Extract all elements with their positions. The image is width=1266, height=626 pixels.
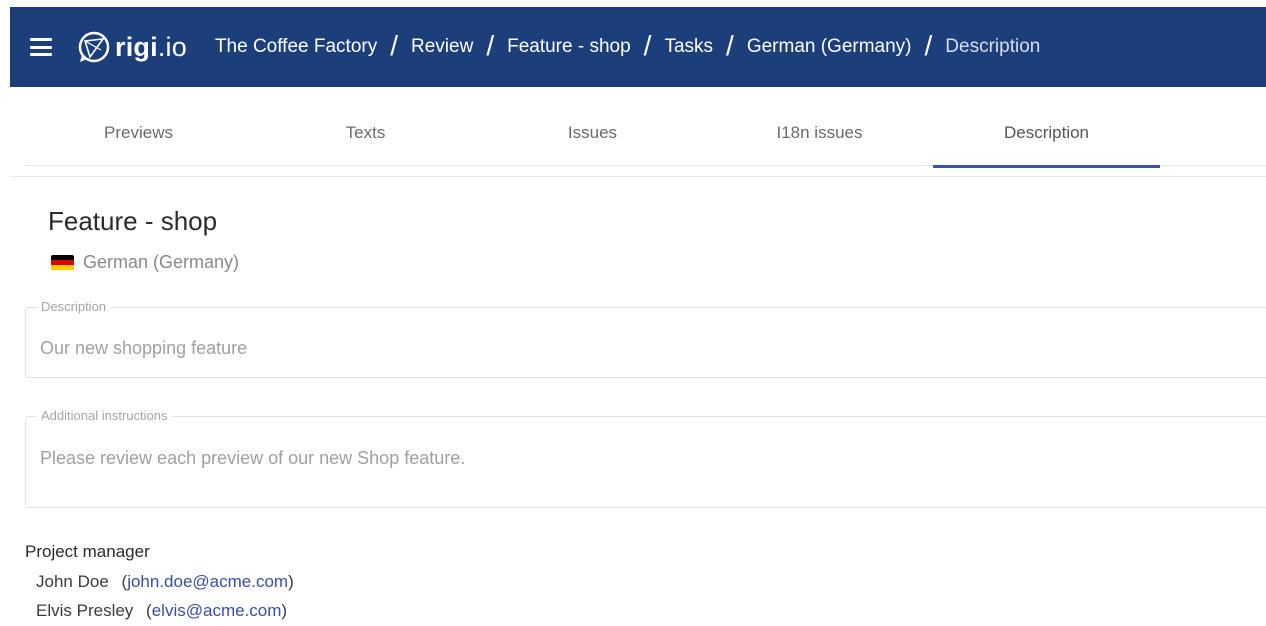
breadcrumb-separator: /: [924, 30, 933, 61]
breadcrumb-separator: /: [390, 30, 398, 61]
rigi-logo-icon: [78, 31, 110, 63]
description-field-label: Description: [36, 299, 112, 314]
project-manager-label: Project manager: [25, 542, 150, 561]
description-field-value: Our new shopping feature: [40, 338, 248, 358]
project-manager-row: John Doe (john.doe@acme.com): [36, 572, 294, 592]
description-field[interactable]: Description Our new shopping feature: [25, 299, 1266, 378]
project-manager-email-link[interactable]: (elvis@acme.com): [146, 601, 287, 620]
project-manager-name: John Doe: [36, 572, 109, 591]
project-manager-row: Elvis Presley (elvis@acme.com): [36, 601, 287, 621]
additional-instructions-field[interactable]: Additional instructions Please review ea…: [25, 408, 1266, 508]
breadcrumb: The Coffee Factory / Review / Feature - …: [215, 30, 1041, 63]
breadcrumb-language[interactable]: German (Germany): [747, 36, 912, 58]
tab-previews[interactable]: Previews: [25, 100, 252, 166]
app-header: rigi.io The Coffee Factory / Review / Fe…: [10, 7, 1266, 87]
project-manager-name: Elvis Presley: [36, 601, 134, 620]
tab-bar: Previews Texts Issues I18n issues Descri…: [25, 100, 1266, 168]
logo-text: rigi.io: [115, 31, 187, 62]
tab-description[interactable]: Description: [933, 100, 1160, 168]
breadcrumb-separator: /: [726, 30, 734, 61]
logo[interactable]: rigi.io: [77, 30, 187, 64]
divider: [10, 176, 1266, 177]
language-name: German (Germany): [83, 252, 240, 272]
tab-i18n-issues[interactable]: I18n issues: [706, 100, 933, 166]
german-flag-icon: [51, 254, 74, 271]
project-manager-email-link[interactable]: (john.doe@acme.com): [122, 572, 294, 591]
additional-instructions-field-value: Please review each preview of our new Sh…: [40, 448, 466, 468]
additional-instructions-field-label: Additional instructions: [36, 408, 173, 423]
breadcrumb-separator: /: [486, 30, 495, 61]
menu-icon[interactable]: [30, 38, 52, 56]
tab-texts[interactable]: Texts: [252, 100, 479, 166]
breadcrumb-tasks[interactable]: Tasks: [664, 36, 713, 58]
breadcrumb-feature[interactable]: Feature - shop: [507, 36, 631, 58]
breadcrumb-project[interactable]: The Coffee Factory: [215, 36, 377, 58]
breadcrumb-separator: /: [643, 30, 652, 61]
breadcrumb-current: Description: [945, 36, 1041, 57]
tab-issues[interactable]: Issues: [479, 100, 706, 166]
page-title: Feature - shop: [48, 206, 218, 236]
breadcrumb-review[interactable]: Review: [411, 36, 473, 58]
language-label: German (Germany): [51, 252, 239, 273]
